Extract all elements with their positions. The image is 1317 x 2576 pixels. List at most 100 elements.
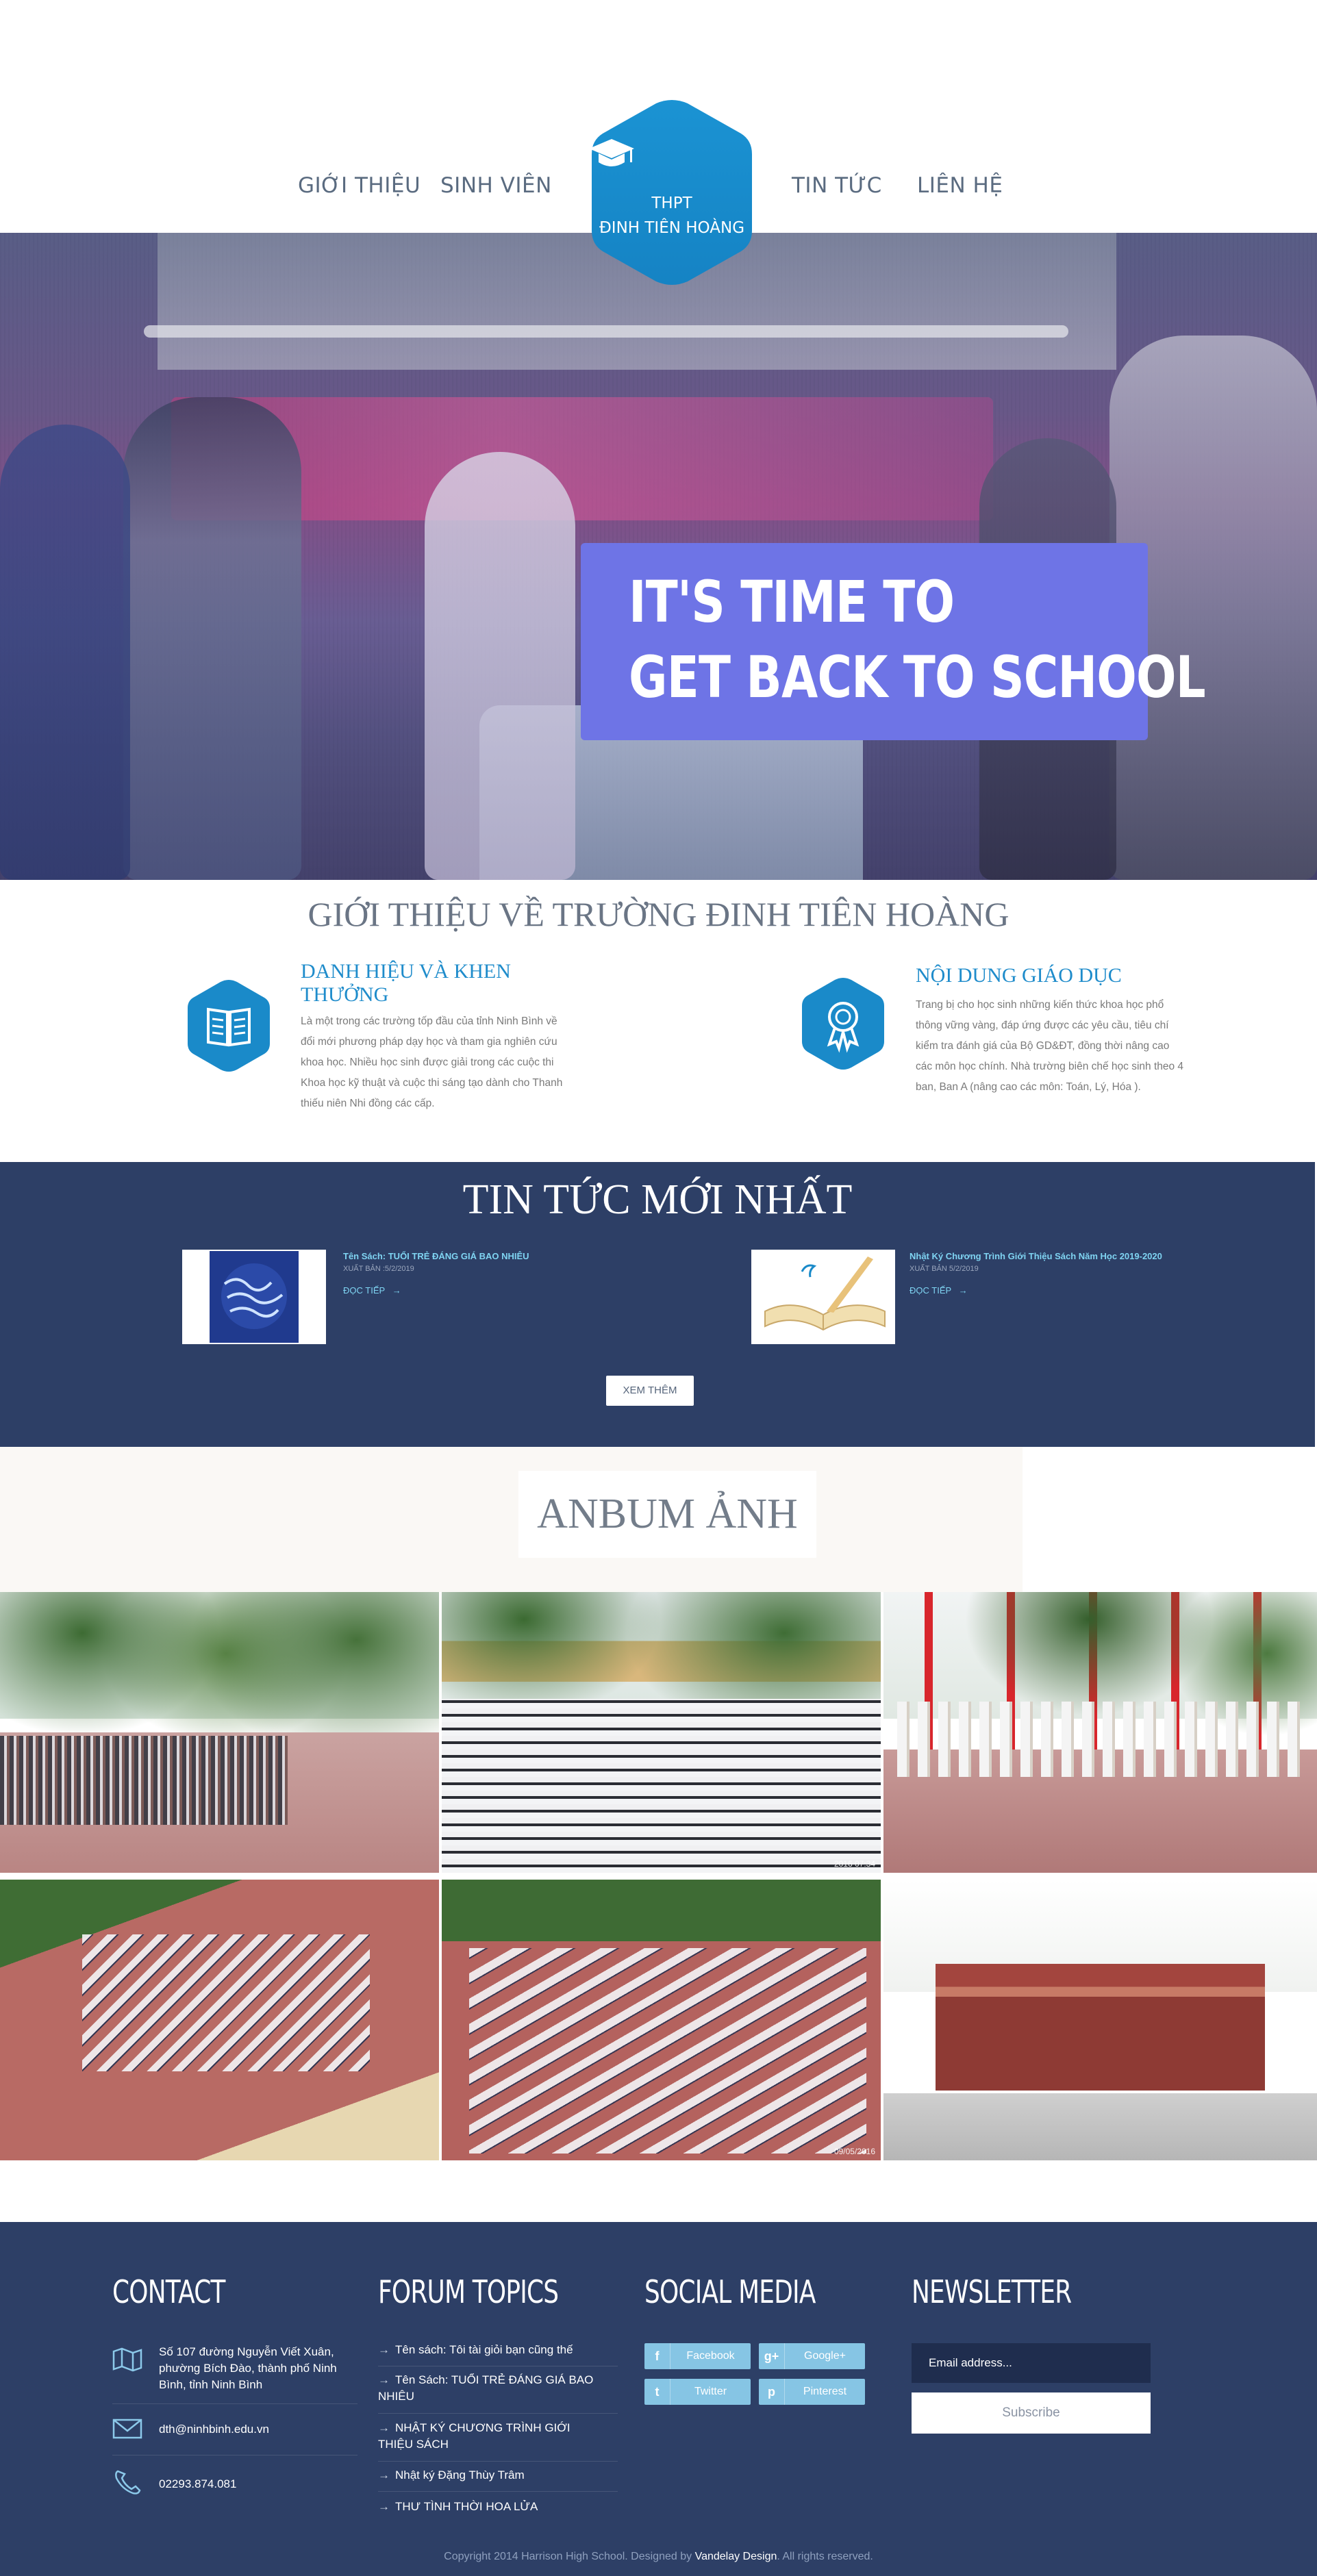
news-thumbnail-book[interactable] — [182, 1250, 326, 1344]
subscribe-button[interactable]: Subscribe — [912, 2392, 1151, 2434]
designer-link[interactable]: Vandelay Design — [695, 2551, 777, 2562]
nav-gioi-thieu[interactable]: GIỚI THIỆU — [298, 173, 421, 198]
about-right-heading: NỘI DUNG GIÁO DỤC — [916, 964, 1122, 987]
about-right-line: kiểm tra đánh giá của Bộ GD&ĐT, đồng thờ… — [916, 1040, 1170, 1052]
news-item-date: XUẤT BẢN :5/2/2019 — [343, 1265, 414, 1273]
hero-photo-person — [0, 425, 130, 880]
forum-topic-link[interactable]: → NHẬT KÝ CHƯƠNG TRÌNH GIỚI THIỆU SÁCH — [378, 2420, 618, 2453]
news-thumbnail-open-book[interactable] — [751, 1250, 895, 1344]
nav-lien-he[interactable]: LIÊN HỆ — [917, 173, 1003, 198]
arrow-right-icon: → — [378, 2468, 390, 2482]
about-left-line: đổi mới phương pháp dạy học và tham gia … — [301, 1036, 557, 1048]
pinterest-label: Pinterest — [803, 2386, 847, 2397]
album-photo[interactable] — [883, 1592, 1317, 1873]
forum-topic-label: THIỆU SÁCH — [378, 2438, 449, 2451]
album-photo[interactable]: 09/05/2016 — [442, 1880, 881, 2160]
about-right-line: Trang bị cho học sinh những kiến thức kh… — [916, 999, 1164, 1011]
forum-topic-label: THƯ TÌNH THỜI HOA LỬA — [395, 2500, 538, 2513]
arrow-right-icon: → — [378, 2343, 390, 2356]
footer-social-heading: SOCIAL MEDIA — [644, 2273, 816, 2310]
school-logo[interactable]: THPT ĐINH TIÊN HOÀNG — [588, 99, 756, 286]
book-icon — [185, 978, 273, 1074]
view-more-news-button[interactable]: XEM THÊM — [606, 1376, 694, 1406]
forum-topic-link[interactable]: → Tên Sách: TUỔI TRẺ ĐÁNG GIÁ BAO NHIÊU — [378, 2372, 618, 2405]
google-plus-icon: g+ — [759, 2343, 785, 2369]
hero-photo-rail — [144, 325, 1068, 338]
envelope-icon — [112, 2419, 142, 2442]
facebook-label: Facebook — [686, 2350, 735, 2362]
logo-line2: ĐINH TIÊN HOÀNG — [599, 219, 745, 237]
album-photo[interactable] — [0, 1880, 439, 2160]
album-photo[interactable]: 2016 07:34 — [442, 1592, 881, 1873]
photo-crowd — [0, 1736, 288, 1825]
contact-email[interactable]: dth@ninhbinh.edu.vn — [159, 2421, 269, 2438]
photo-crowd — [82, 1934, 370, 2071]
forum-topic-link[interactable]: → THƯ TÌNH THỜI HOA LỬA — [378, 2499, 618, 2515]
pinterest-button[interactable]: p Pinterest — [759, 2379, 865, 2405]
twitter-button[interactable]: t Twitter — [644, 2379, 751, 2405]
photo-crowd — [442, 1698, 881, 1873]
about-left-heading: DANH HIỆU VÀ KHEN THƯỞNG — [301, 960, 511, 1007]
hero-photo-person — [123, 397, 301, 880]
forum-topic-link[interactable]: → Tên sách: Tôi tài giỏi bạn cũng thế — [378, 2342, 618, 2358]
facebook-button[interactable]: f Facebook — [644, 2343, 751, 2369]
album-title: ANBUM ẢNH — [518, 1471, 816, 1558]
about-left-text: Là một trong các trường tốp đầu của tỉnh… — [301, 1011, 588, 1114]
arrow-right-icon: → — [378, 2500, 390, 2513]
news-section-title: TIN TỨC MỚI NHẤT — [462, 1176, 853, 1223]
about-left-heading-line2: THƯỞNG — [301, 983, 389, 1006]
forum-topic-label: Nhật ký Đặng Thùy Trâm — [395, 2468, 525, 2482]
about-right-line: ban, Ban A (nâng cao các môn: Toán, Lý, … — [916, 1081, 1141, 1093]
forum-topic-label: Tên Sách: TUỔI TRẺ ĐÁNG GIÁ BAO — [395, 2373, 594, 2386]
news-item-title[interactable]: Nhật Ký Chương Trình Giới Thiệu Sách Năm… — [910, 1251, 1162, 1261]
forum-topic-link[interactable]: → Nhật ký Đặng Thùy Trâm — [378, 2467, 618, 2484]
newsletter-email-input[interactable] — [912, 2343, 1151, 2383]
arrow-right-icon: → — [378, 2373, 390, 2386]
logo-text: THPT ĐINH TIÊN HOÀNG — [588, 191, 756, 240]
footer-forum-heading: FORUM TOPICS — [378, 2273, 559, 2310]
about-left-line: Khoa học kỹ thuật và cuộc thi sáng tạo d… — [301, 1077, 563, 1089]
google-plus-label: Google+ — [804, 2350, 846, 2362]
logo-line1: THPT — [651, 194, 692, 212]
photo-timestamp: 09/05/2016 — [833, 2147, 875, 2156]
album-photo[interactable] — [883, 1880, 1317, 2160]
contact-address-line: phường Bích Đào, thành phố Ninh — [159, 2362, 337, 2375]
divider — [378, 2491, 618, 2492]
about-section-title: GIỚI THIỆU VỀ TRƯỜNG ĐINH TIÊN HOÀNG — [308, 895, 1009, 933]
forum-topic-label: NHIÊU — [378, 2390, 414, 2403]
forum-topic-label: NHẬT KÝ CHƯƠNG TRÌNH GIỚI — [395, 2421, 570, 2434]
pinterest-icon: p — [759, 2379, 785, 2405]
news-read-more-link[interactable]: ĐỌC TIẾP → — [910, 1285, 968, 1296]
photo-crowd — [469, 1948, 866, 2154]
hero-headline-line2: GET BACK TO SCHOOL — [629, 644, 1206, 711]
about-left-line: thiếu niên Nhi đồng các cấp. — [301, 1098, 435, 1109]
hero-banner: IT'S TIME TO GET BACK TO SCHOOL — [0, 233, 1317, 880]
copyright: Copyright 2014 Harrison High School. Des… — [0, 2551, 1317, 2563]
news-read-more-label: ĐỌC TIẾP — [910, 1285, 951, 1296]
news-item-title[interactable]: Tên Sách: TUỔI TRẺ ĐÁNG GIÁ BAO NHIÊU — [343, 1251, 529, 1261]
contact-address-line: Bình, tỉnh Ninh Bình — [159, 2378, 263, 2391]
twitter-label: Twitter — [694, 2386, 727, 2397]
hero-headline-line1: IT'S TIME TO — [629, 568, 955, 635]
photo-crowd — [897, 1702, 1308, 1777]
photo-trees — [0, 1592, 439, 1755]
nav-tin-tuc[interactable]: TIN TỨC — [792, 173, 882, 198]
about-right-text: Trang bị cho học sinh những kiến thức kh… — [916, 995, 1210, 1098]
about-left-line: khoa học. Nhiều học sinh được giải trong… — [301, 1057, 554, 1068]
google-plus-button[interactable]: g+ Google+ — [759, 2343, 865, 2369]
school-gate — [935, 1964, 1266, 2091]
twitter-icon: t — [644, 2379, 670, 2405]
footer-contact-heading: CONTACT — [112, 2273, 225, 2310]
award-ribbon-icon — [799, 976, 887, 1072]
album-photo[interactable] — [0, 1592, 439, 1873]
photo-timestamp: 2016 07:34 — [833, 1859, 875, 1869]
divider — [378, 2413, 618, 2414]
contact-address: Số 107 đường Nguyễn Viết Xuân, phường Bí… — [159, 2344, 358, 2393]
contact-phone[interactable]: 02293.874.081 — [159, 2476, 236, 2492]
hero-headline-box: IT'S TIME TO GET BACK TO SCHOOL — [581, 543, 1206, 740]
news-section: TIN TỨC MỚI NHẤT Tên Sách: TUỔI TRẺ ĐÁNG… — [0, 1162, 1315, 1447]
copyright-suffix: . All rights reserved. — [777, 2551, 873, 2562]
nav-sinh-vien[interactable]: SINH VIÊN — [440, 173, 552, 198]
contact-address-line: Số 107 đường Nguyễn Viết Xuân, — [159, 2345, 334, 2358]
news-read-more-link[interactable]: ĐỌC TIẾP → — [343, 1285, 401, 1296]
